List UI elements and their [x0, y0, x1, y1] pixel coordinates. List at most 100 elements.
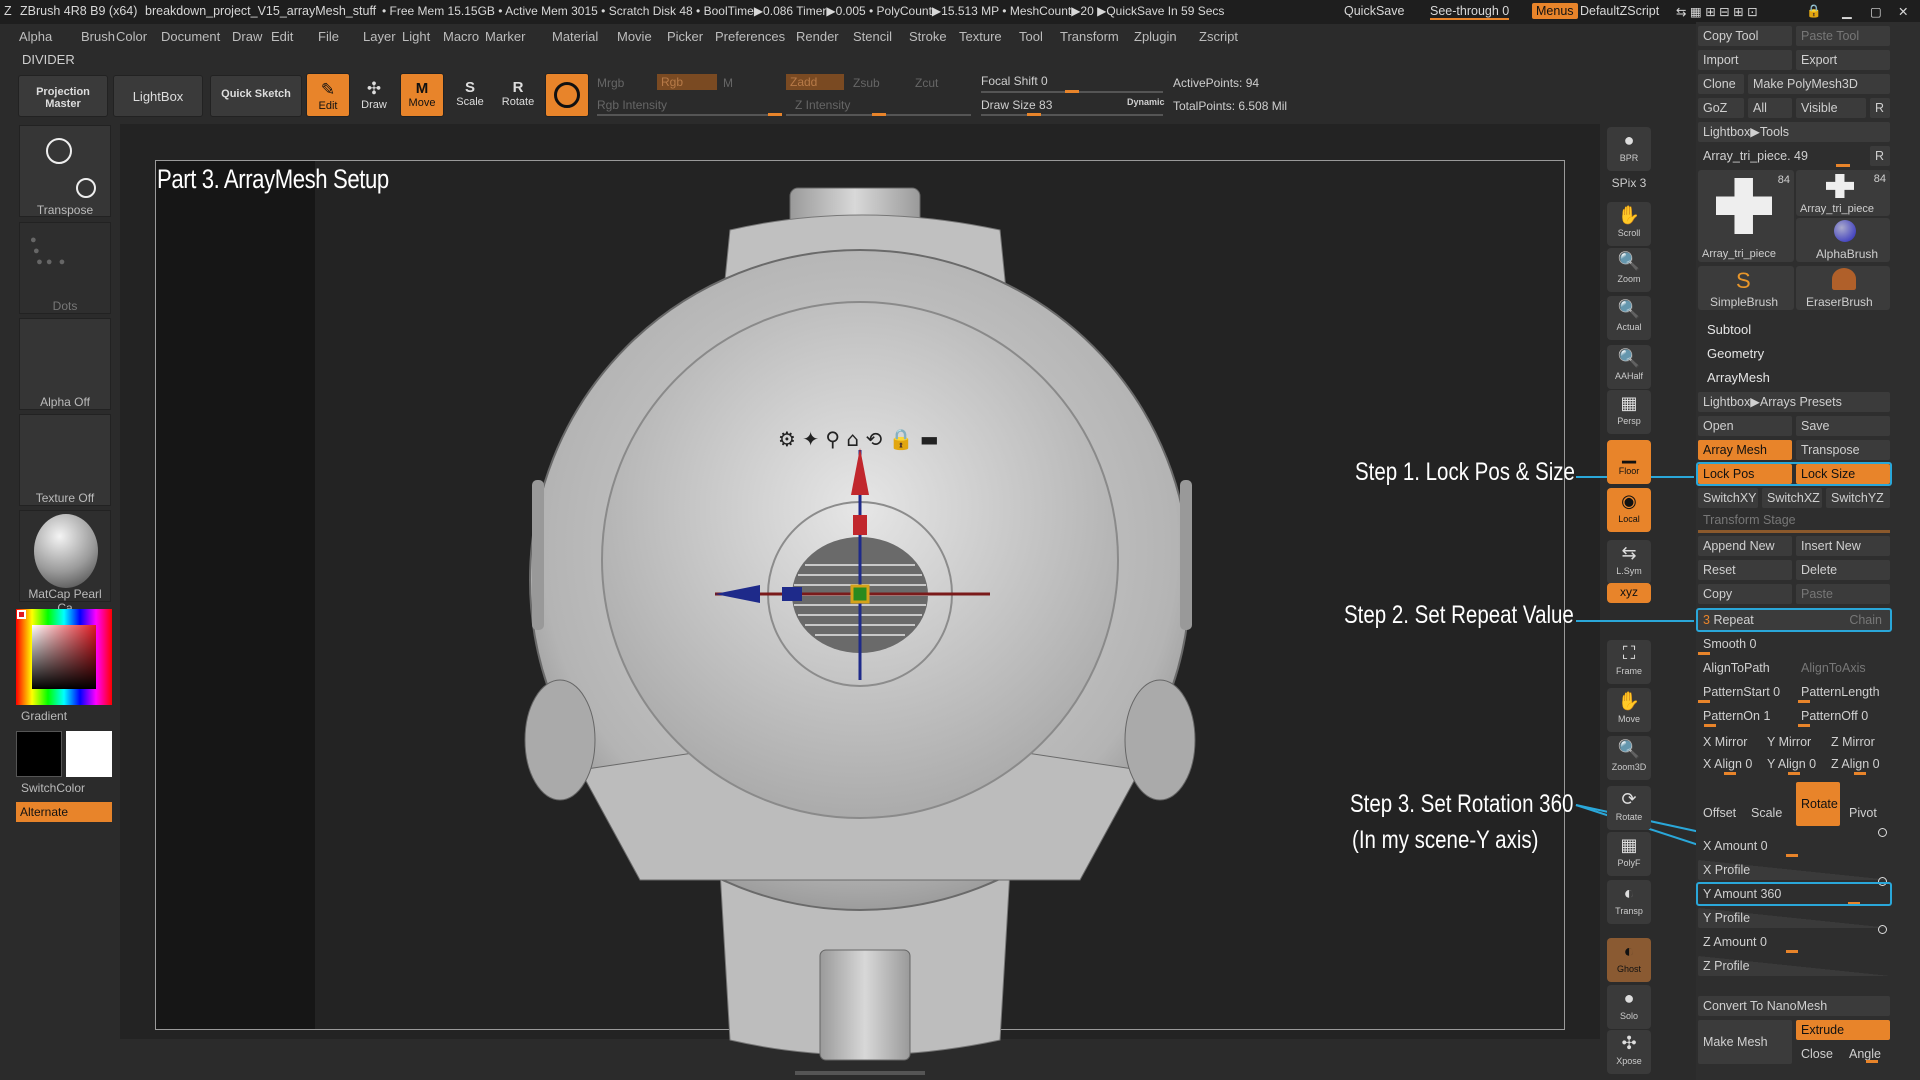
menu-zscript[interactable]: Zscript [1199, 29, 1238, 44]
zcut-button[interactable]: Zcut [915, 76, 938, 90]
switchyz-button[interactable]: SwitchYZ [1826, 488, 1890, 508]
z-mirror-toggle[interactable]: Z Mirror [1826, 732, 1890, 752]
tool-persp-button[interactable]: ▦ Persp [1607, 390, 1651, 434]
zsub-button[interactable]: Zsub [853, 76, 880, 90]
dynamic-toggle[interactable]: Dynamic [1127, 97, 1165, 107]
z-intensity-slider[interactable]: Z Intensity [795, 98, 850, 112]
tool-aahalf-button[interactable]: 🔍 AAHalf [1607, 345, 1651, 389]
tool-frame-button[interactable]: ⛶ Frame [1607, 640, 1651, 684]
menu-transform[interactable]: Transform [1060, 29, 1119, 44]
tool-rotate-button[interactable]: ⟳ Rotate [1607, 786, 1651, 830]
menu-material[interactable]: Material [552, 29, 598, 44]
goz-r-button[interactable]: R [1870, 98, 1890, 118]
switchxy-button[interactable]: SwitchXY [1698, 488, 1758, 508]
append-new-button[interactable]: Append New [1698, 536, 1792, 556]
menu-render[interactable]: Render [796, 29, 839, 44]
color-picker[interactable] [16, 609, 112, 705]
tool-spix-button[interactable]: SPix 3 [1607, 174, 1651, 192]
tool-xyz-button[interactable]: xyz [1607, 583, 1651, 603]
z-align-slider[interactable]: Z Align 0 [1826, 754, 1890, 774]
menu-macro[interactable]: Macro [443, 29, 479, 44]
quick-sketch-button[interactable]: Quick Sketch [210, 75, 302, 117]
tool-local-button[interactable]: ◉ Local [1607, 488, 1651, 532]
menu-edit[interactable]: Edit [271, 29, 293, 44]
x-profile-curve[interactable]: X Profile [1698, 860, 1890, 880]
y-align-slider[interactable]: Y Align 0 [1762, 754, 1822, 774]
save-button[interactable]: Save [1796, 416, 1890, 436]
menu-brush[interactable]: Brush [81, 29, 115, 44]
menu-layer[interactable]: Layer [363, 29, 396, 44]
pattern-length-knob[interactable] [1798, 700, 1810, 703]
x-amount-knob[interactable] [1786, 854, 1798, 857]
transform-stage-track[interactable] [1698, 530, 1890, 533]
menu-movie[interactable]: Movie [617, 29, 652, 44]
pattern-on-knob[interactable] [1704, 724, 1716, 727]
gizmo-x-handle[interactable] [782, 587, 802, 601]
paste-button[interactable]: Paste [1796, 584, 1890, 604]
close-toggle[interactable]: Close [1796, 1044, 1842, 1064]
paste-tool-button[interactable]: Paste Tool [1796, 26, 1890, 46]
menu-stencil[interactable]: Stencil [853, 29, 892, 44]
menu-tool[interactable]: Tool [1019, 29, 1043, 44]
menu-draw[interactable]: Draw [232, 29, 262, 44]
layout-icons[interactable]: ⇆ ▦ ⊞ ⊟ ⊞ ⊡ [1676, 4, 1758, 19]
z-align-knob[interactable] [1854, 772, 1866, 775]
rotate-tab[interactable]: Rotate [1796, 782, 1840, 826]
smooth-slider[interactable]: Smooth 0 [1698, 634, 1890, 654]
subtool-section[interactable]: Subtool [1702, 320, 1890, 340]
color-saturation-square[interactable] [32, 625, 96, 689]
rgb-intensity-track[interactable] [597, 114, 782, 116]
smooth-knob[interactable] [1698, 652, 1710, 655]
secondary-color-swatch[interactable] [66, 731, 112, 777]
extrude-toggle[interactable]: Extrude [1796, 1020, 1890, 1040]
tool-thumb-array-piece-2[interactable]: 84 Array_tri_piece [1796, 170, 1890, 216]
arrays-presets-button[interactable]: Lightbox▶Arrays Presets [1698, 392, 1890, 412]
menu-file[interactable]: File [318, 29, 339, 44]
menu-zplugin[interactable]: Zplugin [1134, 29, 1177, 44]
gizmo-y-handle[interactable] [853, 515, 867, 535]
convert-to-nanomesh-button[interactable]: Convert To NanoMesh [1698, 996, 1890, 1016]
scale-button[interactable]: S Scale [448, 73, 492, 117]
x-amount-slider[interactable]: X Amount 0 [1698, 836, 1878, 856]
pattern-off-slider[interactable]: PatternOff 0 [1796, 706, 1890, 726]
delete-button[interactable]: Delete [1796, 560, 1890, 580]
tool-floor-button[interactable]: ▁ Floor [1607, 440, 1651, 484]
reset-button[interactable]: Reset [1698, 560, 1792, 580]
align-to-axis-toggle[interactable]: AlignToAxis [1796, 658, 1890, 678]
z-intensity-knob[interactable] [872, 113, 886, 116]
main-color-swatch[interactable] [16, 731, 62, 777]
mrgb-button[interactable]: Mrgb [597, 76, 624, 90]
make-polymesh3d-button[interactable]: Make PolyMesh3D [1748, 74, 1890, 94]
close-icon[interactable]: ✕ [1898, 4, 1908, 19]
menu-marker[interactable]: Marker [485, 29, 525, 44]
tool-zoom3d-button[interactable]: 🔍 Zoom3D [1607, 736, 1651, 780]
pattern-start-slider[interactable]: PatternStart 0 [1698, 682, 1792, 702]
menus-toggle[interactable]: Menus [1532, 3, 1578, 19]
export-button[interactable]: Export [1796, 50, 1890, 70]
edit-button[interactable]: ✎ Edit [306, 73, 350, 117]
draw-size-slider[interactable]: Draw Size 83 [981, 98, 1052, 112]
minimize-icon[interactable]: ▁ [1842, 4, 1852, 19]
arraymesh-section[interactable]: ArrayMesh [1702, 368, 1890, 388]
see-through-slider[interactable]: See-through 0 [1430, 4, 1510, 20]
import-button[interactable]: Import [1698, 50, 1792, 70]
tool-move-button[interactable]: ✋ Move [1607, 688, 1651, 732]
menu-preferences[interactable]: Preferences [715, 29, 785, 44]
z-profile-curve[interactable]: Z Profile [1698, 956, 1890, 976]
goz-visible-button[interactable]: Visible [1796, 98, 1866, 118]
z-amount-knob[interactable] [1786, 950, 1798, 953]
transpose-toggle[interactable]: Transpose [1796, 440, 1890, 460]
lightbox-tools-button[interactable]: Lightbox▶Tools [1698, 122, 1890, 142]
x-mirror-toggle[interactable]: X Mirror [1698, 732, 1758, 752]
focal-shift-knob[interactable] [1065, 90, 1079, 93]
pattern-off-knob[interactable] [1798, 724, 1810, 727]
offset-tab[interactable]: Offset [1698, 803, 1750, 823]
tool-solo-button[interactable]: ● Solo [1607, 985, 1651, 1029]
clone-button[interactable]: Clone [1698, 74, 1744, 94]
alternate-button[interactable]: Alternate [16, 802, 112, 822]
tool-r-button[interactable]: R [1870, 146, 1890, 166]
insert-new-button[interactable]: Insert New [1796, 536, 1890, 556]
tool-ghost-button[interactable]: ◐ Ghost [1607, 938, 1651, 982]
rotate-button[interactable]: R Rotate [496, 73, 540, 117]
y-mirror-toggle[interactable]: Y Mirror [1762, 732, 1822, 752]
